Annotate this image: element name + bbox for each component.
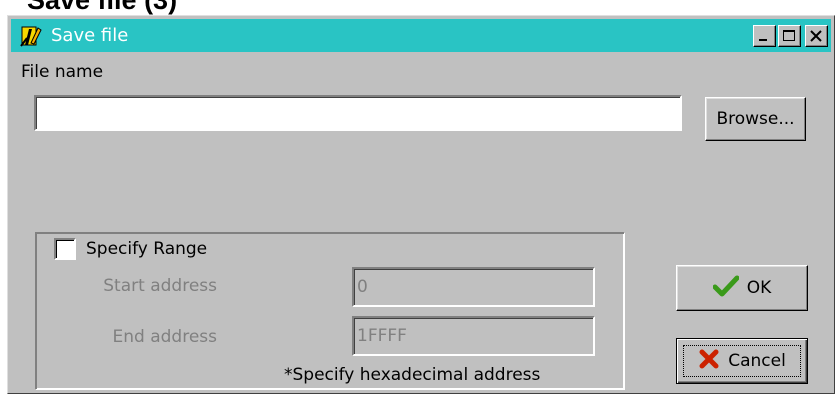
start-address-field	[352, 267, 595, 307]
specify-range-checkbox[interactable]	[54, 238, 76, 260]
hexadecimal-note: *Specify hexadecimal address	[284, 365, 541, 385]
title-bar[interactable]: Save file	[11, 19, 831, 52]
window-title: Save file	[51, 25, 129, 46]
file-name-input[interactable]	[34, 95, 682, 131]
browse-button-label: Browse...	[716, 109, 795, 129]
start-address-label: Start address	[103, 276, 217, 296]
save-file-dialog: Save file File name Browse... Specify Ra…	[7, 15, 835, 394]
cancel-button[interactable]: Cancel	[676, 338, 808, 384]
checkmark-icon	[712, 275, 740, 302]
ok-button-label: OK	[746, 278, 772, 298]
cancel-button-label: Cancel	[728, 351, 786, 371]
page: Save file (3) Save file File name Browse…	[0, 0, 835, 394]
close-icon	[810, 30, 822, 42]
x-icon	[698, 348, 720, 375]
page-heading: Save file (3)	[27, 0, 178, 15]
maximize-button[interactable]	[778, 25, 801, 47]
save-file-app-icon	[19, 24, 43, 48]
maximize-icon	[783, 30, 795, 41]
close-button[interactable]	[805, 25, 828, 47]
end-address-label: End address	[112, 327, 218, 347]
ok-button[interactable]: OK	[676, 265, 808, 311]
specify-range-legend: Specify Range	[50, 236, 214, 262]
minimize-button[interactable]	[753, 25, 776, 47]
minimize-icon	[759, 39, 767, 41]
browse-button[interactable]: Browse...	[705, 97, 806, 141]
title-bar-controls	[753, 25, 828, 47]
file-name-label: File name	[21, 62, 104, 82]
end-address-field	[352, 316, 595, 356]
specify-range-label[interactable]: Specify Range	[86, 239, 207, 259]
